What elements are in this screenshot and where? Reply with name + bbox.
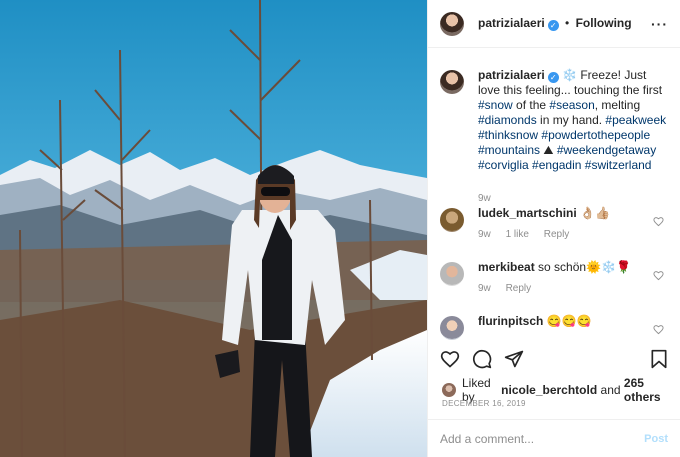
comment-bubble-icon[interactable] bbox=[472, 349, 492, 369]
post-header: patrizialaeri ✓ • Following ··· bbox=[428, 0, 680, 48]
following-button[interactable]: Following bbox=[576, 16, 632, 30]
hashtag-link[interactable]: #engadin bbox=[532, 158, 581, 172]
header-text: patrizialaeri ✓ • Following bbox=[478, 16, 632, 31]
like-comment-heart-icon[interactable] bbox=[653, 216, 664, 227]
comment-body: flurinpitsch 😋😋😋 bbox=[478, 314, 668, 340]
like-heart-icon[interactable] bbox=[440, 349, 460, 369]
commenter-avatar[interactable] bbox=[440, 262, 464, 286]
verified-badge-icon: ✓ bbox=[547, 72, 559, 83]
comment-body: merkibeat so schön🌞❄️🌹 9w Reply bbox=[478, 260, 668, 296]
comments-section[interactable]: patrizialaeri ✓ ❄️ Freeze! Just love this… bbox=[440, 60, 668, 340]
caption-time[interactable]: 9w bbox=[478, 193, 491, 204]
post-comment-button[interactable]: Post bbox=[644, 433, 668, 445]
likes-and: and bbox=[600, 383, 621, 397]
caption-username[interactable]: patrizialaeri bbox=[478, 68, 545, 82]
comment-text: 😋😋😋 bbox=[546, 314, 592, 328]
instagram-post: patrizialaeri ✓ • Following ··· patrizial… bbox=[0, 0, 680, 457]
action-bar bbox=[440, 346, 668, 372]
like-comment-heart-icon[interactable] bbox=[653, 270, 664, 281]
hashtag-link[interactable]: #weekendgetaway bbox=[557, 143, 656, 157]
commenter-avatar[interactable] bbox=[440, 316, 464, 340]
add-comment-bar: Post bbox=[428, 419, 680, 457]
commenter-username[interactable]: ludek_martschini bbox=[478, 206, 577, 220]
reply-button[interactable]: Reply bbox=[506, 283, 532, 294]
comment-text: 👌🏼👍🏼 bbox=[580, 206, 610, 220]
caption-text: in my hand. bbox=[536, 113, 606, 127]
liker-username[interactable]: nicole_berchtold bbox=[501, 383, 597, 397]
hashtag-link[interactable]: #switzerland bbox=[585, 158, 652, 172]
verified-badge-icon: ✓ bbox=[547, 20, 559, 31]
commenter-avatar[interactable] bbox=[440, 208, 464, 232]
reply-button[interactable]: Reply bbox=[544, 229, 570, 240]
hashtag-link[interactable]: #corviglia bbox=[478, 158, 529, 172]
like-comment-heart-icon[interactable] bbox=[653, 324, 664, 335]
owner-username[interactable]: patrizialaeri bbox=[478, 16, 545, 30]
add-comment-input[interactable] bbox=[440, 431, 645, 446]
post-sidebar: patrizialaeri ✓ • Following ··· patrizial… bbox=[427, 0, 680, 457]
comment-time[interactable]: 9w bbox=[478, 229, 491, 240]
caption-avatar[interactable] bbox=[440, 70, 464, 94]
post-date[interactable]: DECEMBER 16, 2019 bbox=[442, 399, 526, 408]
separator-dot: • bbox=[565, 16, 570, 30]
caption-meta: 9w bbox=[478, 191, 668, 206]
hashtag-link[interactable]: #thinksnow bbox=[478, 128, 538, 142]
liker-avatar[interactable] bbox=[442, 383, 456, 397]
comment-likes[interactable]: 1 like bbox=[506, 229, 529, 240]
hashtag-link[interactable]: #snow bbox=[478, 98, 513, 112]
comment-body: ludek_martschini 👌🏼👍🏼 9w 1 like Reply bbox=[478, 206, 668, 242]
photo-artwork bbox=[0, 0, 427, 457]
likes-count[interactable]: 265 others bbox=[624, 376, 672, 404]
comment-item: merkibeat so schön🌞❄️🌹 9w Reply bbox=[440, 260, 668, 296]
hashtag-link[interactable]: #powdertothepeople bbox=[541, 128, 650, 142]
hashtag-link[interactable]: #diamonds bbox=[478, 113, 537, 127]
bookmark-save-icon[interactable] bbox=[650, 349, 668, 369]
caption-text: , melting bbox=[594, 98, 641, 112]
comment-text: so schön🌞❄️🌹 bbox=[538, 260, 631, 274]
caption-text: of the bbox=[512, 98, 550, 112]
comment-meta: 9w 1 like Reply bbox=[478, 227, 668, 242]
comment-meta: 9w Reply bbox=[478, 281, 668, 296]
comment-item: flurinpitsch 😋😋😋 bbox=[440, 314, 668, 340]
more-horizontal-icon[interactable]: ··· bbox=[651, 16, 668, 32]
commenter-username[interactable]: flurinpitsch bbox=[478, 314, 543, 328]
hashtag-link[interactable]: #peakweek bbox=[605, 113, 666, 127]
commenter-username[interactable]: merkibeat bbox=[478, 260, 535, 274]
hashtag-link[interactable]: #season bbox=[549, 98, 594, 112]
owner-avatar[interactable] bbox=[440, 11, 464, 36]
mountain-emoji: ⛰ bbox=[540, 143, 554, 157]
caption-body: patrizialaeri ✓ ❄️ Freeze! Just love this… bbox=[478, 68, 668, 206]
share-paper-plane-icon[interactable] bbox=[504, 349, 524, 369]
post-photo[interactable] bbox=[0, 0, 427, 457]
comment-item: ludek_martschini 👌🏼👍🏼 9w 1 like Reply bbox=[440, 206, 668, 242]
comment-time[interactable]: 9w bbox=[478, 283, 491, 294]
hashtag-link[interactable]: #mountains bbox=[478, 143, 540, 157]
caption: patrizialaeri ✓ ❄️ Freeze! Just love this… bbox=[440, 68, 668, 206]
